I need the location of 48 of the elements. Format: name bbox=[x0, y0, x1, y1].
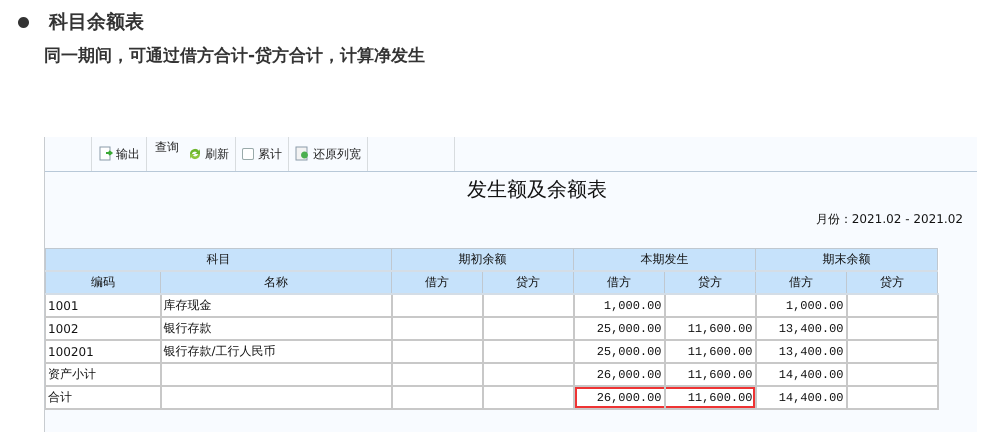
table-cell: 13,400.00 bbox=[756, 317, 846, 340]
table-cell: 26,000.00 bbox=[574, 386, 664, 409]
query-label[interactable]: 查询 bbox=[149, 137, 183, 171]
export-icon bbox=[98, 146, 114, 162]
column-header: 贷方 bbox=[846, 271, 938, 294]
column-group-header: 期初余额 bbox=[392, 248, 574, 271]
table-cell: 库存现金 bbox=[160, 294, 392, 317]
column-header: 编码 bbox=[46, 271, 160, 294]
period-label: 月份：2021.02 - 2021.02 bbox=[816, 211, 963, 228]
table-cell: 11,600.00 bbox=[664, 363, 756, 386]
table-cell: 1002 bbox=[46, 317, 160, 340]
table-cell: 26,000.00 bbox=[574, 363, 664, 386]
column-header: 借方 bbox=[756, 271, 846, 294]
table-cell: 25,000.00 bbox=[574, 340, 664, 363]
table-cell: 11,600.00 bbox=[664, 386, 756, 409]
column-group-header: 本期发生 bbox=[574, 248, 756, 271]
column-header: 借方 bbox=[392, 271, 482, 294]
report-title: 发生额及余额表 bbox=[467, 176, 607, 203]
toolbar-button[interactable]: 刷新 bbox=[183, 141, 233, 167]
table-cell: 1,000.00 bbox=[574, 294, 664, 317]
table-cell: 100201 bbox=[46, 340, 160, 363]
toolbar-button[interactable]: 还原列宽 bbox=[291, 141, 365, 167]
table-cell: 1,000.00 bbox=[756, 294, 846, 317]
document-icon bbox=[295, 146, 311, 162]
refresh-icon bbox=[187, 146, 203, 162]
checkbox-label: 累计 bbox=[258, 146, 282, 162]
bullet-icon bbox=[18, 16, 29, 28]
column-group-header: 科目 bbox=[46, 248, 392, 271]
table-cell: 银行存款 bbox=[160, 317, 392, 340]
table-cell: 11,600.00 bbox=[664, 317, 756, 340]
table-cell: 1001 bbox=[46, 294, 160, 317]
table-cell: 资产小计 bbox=[46, 363, 160, 386]
column-header: 借方 bbox=[574, 271, 664, 294]
table-cell: 14,400.00 bbox=[756, 363, 846, 386]
column-header: 贷方 bbox=[482, 271, 574, 294]
table-cell: 25,000.00 bbox=[574, 317, 664, 340]
table-cell: 11,600.00 bbox=[664, 340, 756, 363]
column-group-header: 期末余额 bbox=[756, 248, 938, 271]
table-cell: 13,400.00 bbox=[756, 340, 846, 363]
toolbar-button[interactable]: 输出 bbox=[94, 141, 144, 167]
column-header: 贷方 bbox=[664, 271, 756, 294]
checkbox[interactable] bbox=[242, 148, 254, 160]
table-cell: 14,400.00 bbox=[756, 386, 846, 409]
column-header: 名称 bbox=[160, 271, 392, 294]
table-cell: 银行存款/工行人民币 bbox=[160, 340, 392, 363]
table-cell: 合计 bbox=[46, 386, 160, 409]
slide-subheading: 同一期间，可通过借方合计-贷方合计，计算净发生 bbox=[44, 45, 426, 67]
slide-heading: 科目余额表 bbox=[49, 10, 144, 35]
